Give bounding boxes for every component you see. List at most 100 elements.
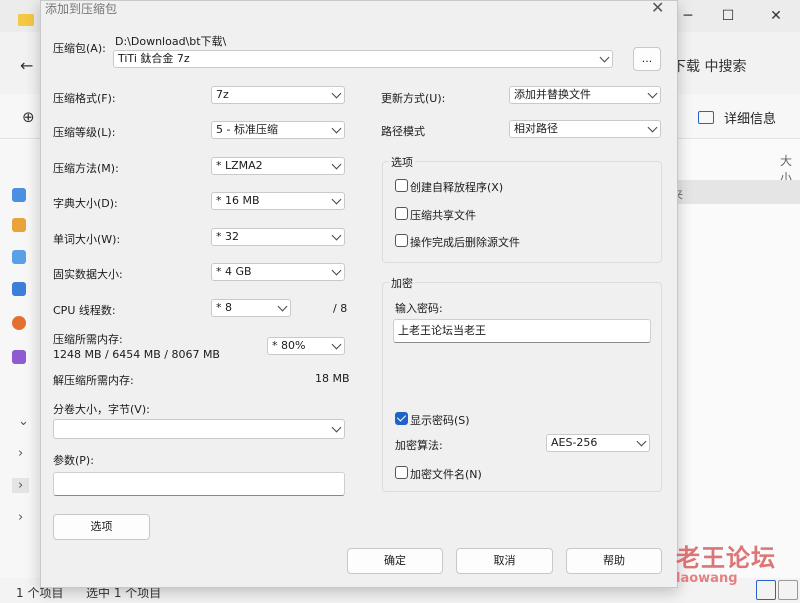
archive-path: D:\Download\bt下载\ <box>115 35 227 48</box>
dict-value: * 16 MB <box>216 194 260 207</box>
chevron-down-icon[interactable]: ⌄ <box>18 414 29 429</box>
chevron-down-icon <box>331 422 342 433</box>
method-label: 压缩方法(M): <box>53 162 119 175</box>
update-combo[interactable]: 添加并替换文件 <box>509 86 661 104</box>
encryption-group-title: 加密 <box>389 275 415 291</box>
browse-button[interactable]: ... <box>633 47 661 71</box>
search-box[interactable]: 下载 中搜索 <box>672 56 746 76</box>
word-value: * 32 <box>216 230 239 243</box>
chevron-down-icon <box>331 339 342 350</box>
watermark-url: laowang <box>676 571 738 586</box>
ok-button[interactable]: 确定 <box>347 548 443 574</box>
level-combo[interactable]: 5 - 标准压缩 <box>211 121 345 139</box>
chevron-down-icon <box>331 265 342 276</box>
show-password-checkbox[interactable] <box>395 412 408 425</box>
format-combo[interactable]: 7z <box>211 86 345 104</box>
pathmode-label: 路径模式 <box>381 125 425 138</box>
password-input[interactable]: 上老王论坛当老王 <box>393 319 651 343</box>
threads-combo[interactable]: * 8 <box>211 299 291 317</box>
close-window-button[interactable]: ✕ <box>764 6 788 26</box>
word-label: 单词大小(W): <box>53 233 121 246</box>
chevron-right-icon[interactable]: › <box>12 478 30 493</box>
mem-usage-combo[interactable]: * 80% <box>267 337 345 355</box>
solid-label: 固实数据大小: <box>53 268 123 281</box>
nav-item-icon[interactable] <box>12 218 26 232</box>
maximize-button[interactable]: ☐ <box>716 6 740 26</box>
folder-icon <box>18 14 34 26</box>
nav-item-icon[interactable] <box>12 282 26 296</box>
sfx-label: 创建自释放程序(X) <box>410 181 504 194</box>
dict-label: 字典大小(D): <box>53 197 118 210</box>
chevron-right-icon[interactable]: › <box>18 510 23 525</box>
watermark-main: 老王论坛 <box>676 544 776 572</box>
encrypt-names-checkbox[interactable] <box>395 466 408 479</box>
encrypt-names-label: 加密文件名(N) <box>410 468 482 481</box>
format-label: 压缩格式(F): <box>53 92 116 105</box>
delete-after-label: 操作完成后删除源文件 <box>410 236 520 249</box>
mem-detail: 1248 MB / 6454 MB / 8067 MB <box>53 348 220 361</box>
enc-method-value: AES-256 <box>551 436 598 449</box>
selected-file-row[interactable] <box>668 180 800 204</box>
level-label: 压缩等级(L): <box>53 126 116 139</box>
watermark-logo: 老王论坛 laowang <box>676 538 776 586</box>
solid-combo[interactable]: * 4 GB <box>211 263 345 281</box>
params-input[interactable] <box>53 472 345 496</box>
options-button[interactable]: 选项 <box>53 514 150 540</box>
chevron-down-icon <box>277 301 288 312</box>
mem-value: * 80% <box>272 339 306 352</box>
enc-method-combo[interactable]: AES-256 <box>546 434 650 452</box>
format-value: 7z <box>216 88 229 101</box>
minimize-button[interactable]: ─ <box>676 6 700 26</box>
chevron-down-icon <box>331 159 342 170</box>
password-label: 输入密码: <box>395 302 443 315</box>
details-pane-button[interactable]: 详细信息 <box>698 108 776 127</box>
pathmode-value: 相对路径 <box>514 122 558 135</box>
nav-item-icon[interactable] <box>12 188 26 202</box>
chevron-down-icon <box>331 123 342 134</box>
volume-combo[interactable] <box>53 419 345 439</box>
nav-item-icon[interactable] <box>12 316 26 330</box>
level-value: 5 - 标准压缩 <box>216 123 278 136</box>
decomp-value: 18 MB <box>315 372 350 385</box>
chevron-down-icon <box>599 52 610 63</box>
volume-label: 分卷大小，字节(V): <box>53 403 150 416</box>
threads-max: / 8 <box>333 302 348 315</box>
details-label: 详细信息 <box>724 112 777 127</box>
help-button[interactable]: 帮助 <box>566 548 662 574</box>
word-combo[interactable]: * 32 <box>211 228 345 246</box>
new-item-icon[interactable]: ⊕ <box>22 108 35 126</box>
chevron-down-icon <box>647 88 658 99</box>
shared-files-label: 压缩共享文件 <box>410 209 476 222</box>
shared-files-checkbox[interactable] <box>395 207 408 220</box>
details-pane-icon <box>698 111 714 124</box>
sfx-checkbox[interactable] <box>395 179 408 192</box>
params-label: 参数(P): <box>53 454 94 467</box>
back-arrow-icon[interactable]: ← <box>20 56 33 75</box>
threads-label: CPU 线程数: <box>53 304 116 317</box>
chevron-down-icon <box>331 88 342 99</box>
chevron-down-icon <box>636 436 647 447</box>
pathmode-combo[interactable]: 相对路径 <box>509 120 661 138</box>
archive-label: 压缩包(A): <box>53 42 106 55</box>
method-combo[interactable]: * LZMA2 <box>211 157 345 175</box>
solid-value: * 4 GB <box>216 265 252 278</box>
nav-item-icon[interactable] <box>12 350 26 364</box>
chevron-right-icon[interactable]: › <box>18 446 23 461</box>
tiles-view-icon[interactable] <box>778 580 798 600</box>
chevron-down-icon <box>647 122 658 133</box>
dialog-title: 添加到压缩包 <box>45 2 118 16</box>
enc-method-label: 加密算法: <box>395 439 443 452</box>
chevron-down-icon <box>331 230 342 241</box>
cancel-button[interactable]: 取消 <box>456 548 553 574</box>
archive-name-combo[interactable]: TiTi 鈦合金 7z <box>113 50 613 68</box>
delete-after-checkbox[interactable] <box>395 234 408 247</box>
show-password-label: 显示密码(S) <box>410 414 470 427</box>
decomp-label: 解压缩所需内存: <box>53 374 134 387</box>
update-label: 更新方式(U): <box>381 92 446 105</box>
archive-name-value: TiTi 鈦合金 7z <box>118 52 190 65</box>
nav-item-icon[interactable] <box>12 250 26 264</box>
add-to-archive-dialog: 添加到压缩包 ✕ 压缩包(A): D:\Download\bt下载\ TiTi … <box>40 0 678 588</box>
dialog-close-icon[interactable]: ✕ <box>651 0 664 17</box>
dict-combo[interactable]: * 16 MB <box>211 192 345 210</box>
threads-value: * 8 <box>216 301 232 314</box>
